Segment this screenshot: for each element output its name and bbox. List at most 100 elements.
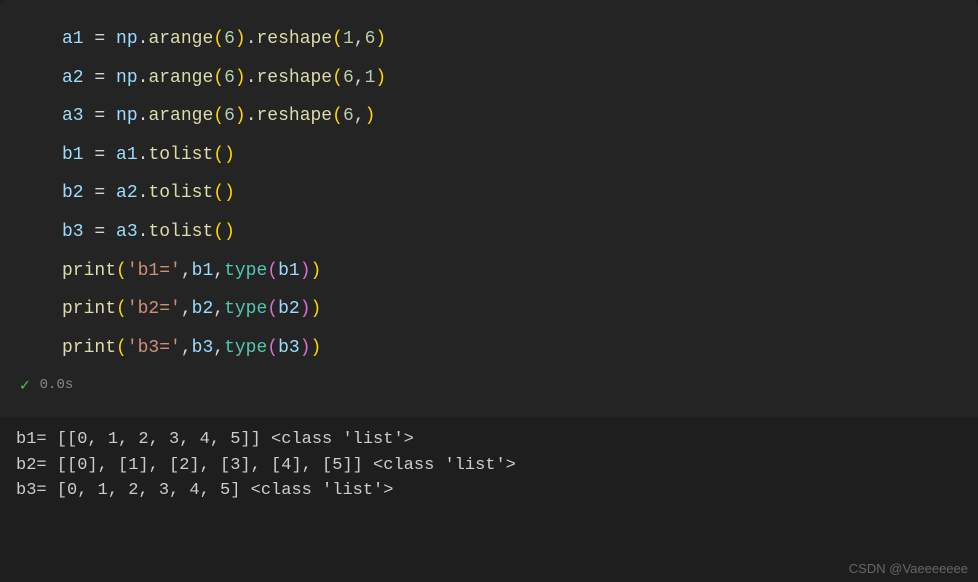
code-token: 1 xyxy=(343,29,354,49)
code-token: tolist xyxy=(148,183,213,203)
code-token: ) xyxy=(311,338,322,358)
code-token: ) xyxy=(300,261,311,281)
code-token: type xyxy=(224,299,267,319)
code-token: b1 xyxy=(192,261,214,281)
code-token: ( xyxy=(267,261,278,281)
code-token: np xyxy=(105,29,137,49)
code-token: , xyxy=(213,261,224,281)
code-token: ( xyxy=(332,106,343,126)
code-token: ) xyxy=(224,222,235,242)
code-token: b3 xyxy=(192,338,214,358)
code-token: 6 xyxy=(343,106,354,126)
code-token: . xyxy=(246,106,257,126)
code-token: = xyxy=(94,106,105,126)
code-token: = xyxy=(94,68,105,88)
code-token: a1 xyxy=(105,145,137,165)
code-line[interactable]: print('b2=',b2,type(b2)) xyxy=(0,290,978,329)
code-token: a1 xyxy=(62,29,94,49)
code-token: 'b3=' xyxy=(127,338,181,358)
code-line[interactable]: b1 = a1.tolist() xyxy=(0,136,978,175)
code-line[interactable]: print('b1=',b1,type(b1)) xyxy=(0,252,978,291)
code-token: , xyxy=(354,106,365,126)
code-line[interactable]: a3 = np.arange(6).reshape(6,) xyxy=(0,97,978,136)
code-token: b2 xyxy=(278,299,300,319)
code-token: b2 xyxy=(192,299,214,319)
code-token: 1 xyxy=(365,68,376,88)
code-line[interactable]: print('b3=',b3,type(b3)) xyxy=(0,329,978,368)
code-token: ) xyxy=(224,145,235,165)
code-token: arange xyxy=(148,29,213,49)
code-token: ( xyxy=(213,145,224,165)
code-token: a3 xyxy=(62,106,94,126)
code-token: ( xyxy=(267,338,278,358)
code-token: 6 xyxy=(224,106,235,126)
code-token: 6 xyxy=(343,68,354,88)
output-line: b1= [[0, 1, 2, 3, 4, 5]] <class 'list'> xyxy=(16,427,962,453)
code-line[interactable]: a2 = np.arange(6).reshape(6,1) xyxy=(0,59,978,98)
code-token: np xyxy=(105,106,137,126)
code-token: , xyxy=(354,68,365,88)
watermark: CSDN @Vaeeeeeee xyxy=(849,561,968,576)
code-token: ) xyxy=(311,299,322,319)
code-token: ( xyxy=(116,299,127,319)
code-token: ) xyxy=(300,338,311,358)
code-line[interactable]: b3 = a3.tolist() xyxy=(0,213,978,252)
code-token: a2 xyxy=(105,183,137,203)
code-line[interactable]: a1 = np.arange(6).reshape(1,6) xyxy=(0,20,978,59)
code-token: b2 xyxy=(62,183,94,203)
code-token: . xyxy=(138,222,149,242)
code-token: ) xyxy=(235,106,246,126)
code-token: ) xyxy=(224,183,235,203)
output-line: b3= [0, 1, 2, 3, 4, 5] <class 'list'> xyxy=(16,478,962,504)
code-token: . xyxy=(138,106,149,126)
code-token: , xyxy=(213,299,224,319)
code-token: ( xyxy=(116,261,127,281)
code-token: ( xyxy=(332,68,343,88)
code-token: arange xyxy=(148,106,213,126)
code-line[interactable]: b2 = a2.tolist() xyxy=(0,174,978,213)
code-token: np xyxy=(105,68,137,88)
output-cell: b1= [[0, 1, 2, 3, 4, 5]] <class 'list'>b… xyxy=(0,417,978,508)
cell-status: ✓ 0.0s xyxy=(0,367,978,407)
code-token: tolist xyxy=(148,145,213,165)
code-token: b3 xyxy=(62,222,94,242)
code-token: 6 xyxy=(224,29,235,49)
code-token: 'b1=' xyxy=(127,261,181,281)
code-token: a3 xyxy=(105,222,137,242)
code-token: , xyxy=(213,338,224,358)
code-token: print xyxy=(62,261,116,281)
code-token: = xyxy=(94,183,105,203)
code-token: reshape xyxy=(257,68,333,88)
code-token: print xyxy=(62,299,116,319)
code-cell[interactable]: a1 = np.arange(6).reshape(1,6)a2 = np.ar… xyxy=(0,0,978,417)
code-token: , xyxy=(181,338,192,358)
code-token: print xyxy=(62,338,116,358)
code-token: reshape xyxy=(257,106,333,126)
code-token: ( xyxy=(213,29,224,49)
code-token: , xyxy=(181,261,192,281)
code-token: ( xyxy=(213,222,224,242)
code-token: = xyxy=(94,29,105,49)
code-token: reshape xyxy=(257,29,333,49)
code-token: tolist xyxy=(148,222,213,242)
output-line: b2= [[0], [1], [2], [3], [4], [5]] <clas… xyxy=(16,453,962,479)
code-token: ( xyxy=(332,29,343,49)
code-token: ( xyxy=(213,106,224,126)
code-token: b3 xyxy=(278,338,300,358)
code-token: ( xyxy=(267,299,278,319)
code-token: b1 xyxy=(62,145,94,165)
code-token: 6 xyxy=(224,68,235,88)
code-token: ) xyxy=(365,106,376,126)
code-token: . xyxy=(246,29,257,49)
code-token: . xyxy=(246,68,257,88)
code-token: ) xyxy=(311,261,322,281)
code-token: ) xyxy=(235,29,246,49)
code-token: ) xyxy=(235,68,246,88)
code-token: a2 xyxy=(62,68,94,88)
code-token: . xyxy=(138,68,149,88)
code-token: arange xyxy=(148,68,213,88)
code-token: 6 xyxy=(365,29,376,49)
code-token: ) xyxy=(375,68,386,88)
code-token: = xyxy=(94,222,105,242)
code-token: ( xyxy=(213,183,224,203)
